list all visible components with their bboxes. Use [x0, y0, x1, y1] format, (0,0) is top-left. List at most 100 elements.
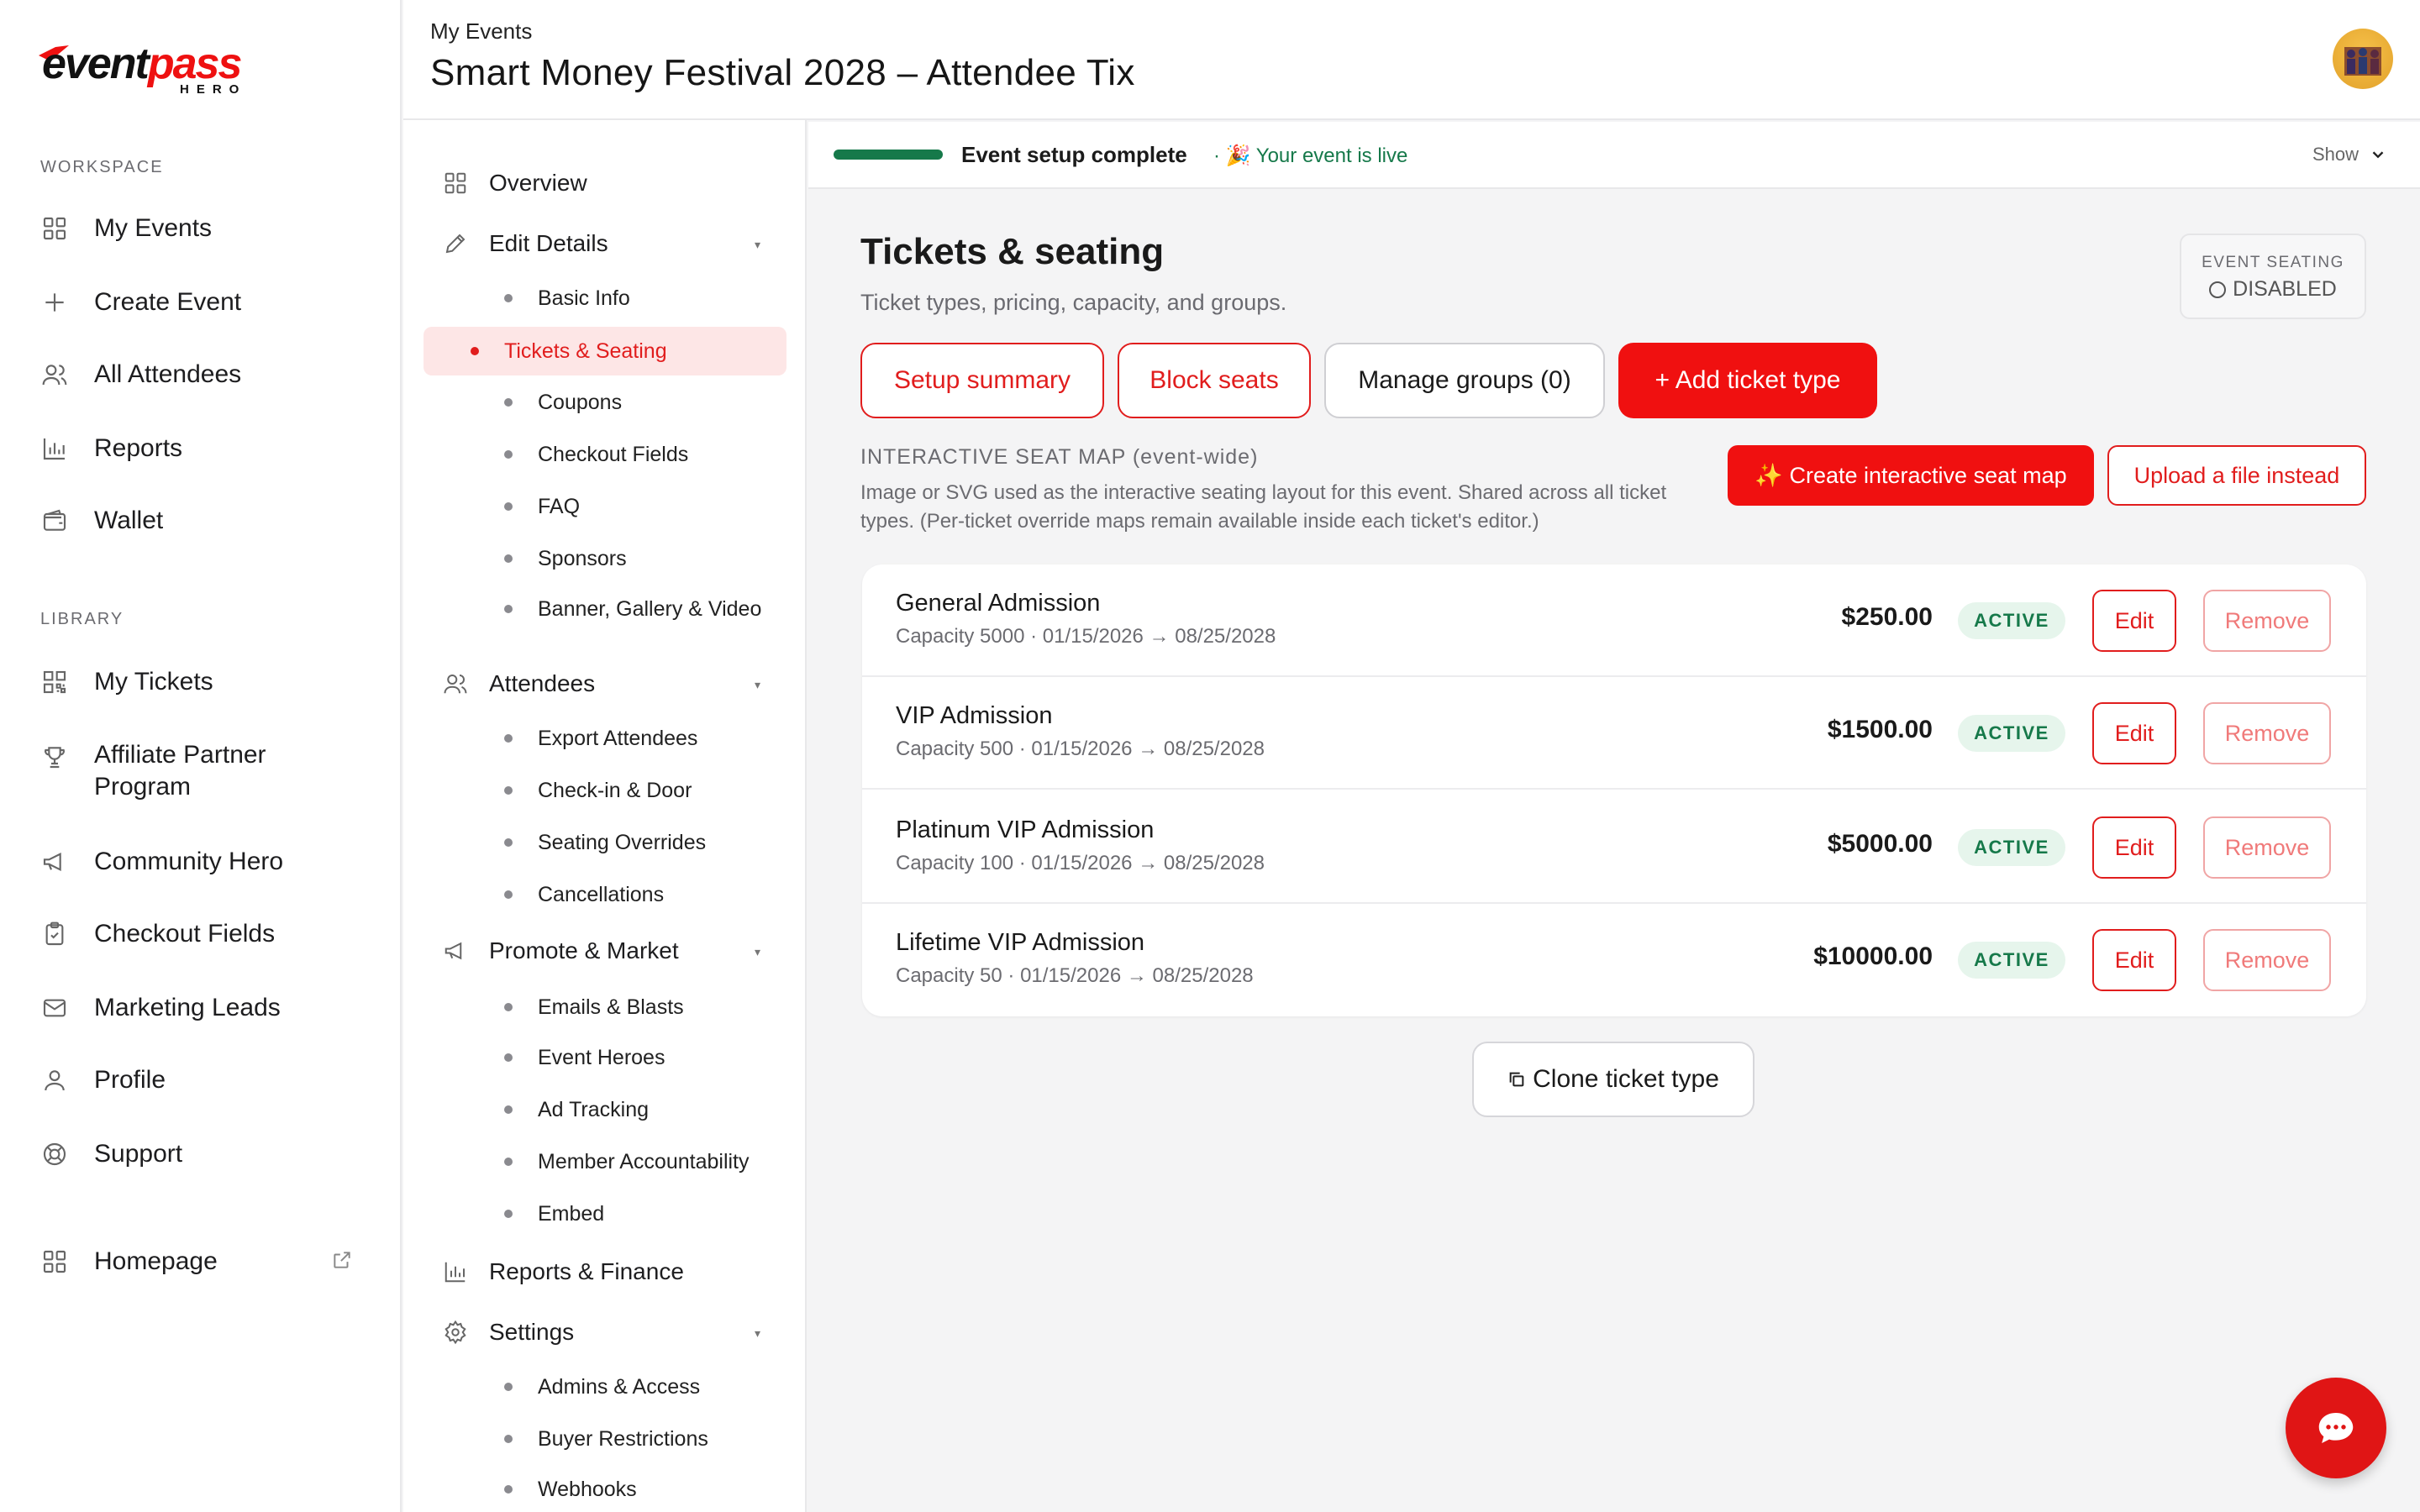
logo-prefix: event	[42, 39, 150, 88]
sidebar-item-reports[interactable]: Reports	[40, 423, 182, 474]
subnav-overview[interactable]: Overview	[442, 162, 587, 204]
setup-summary-button[interactable]: Setup summary	[860, 343, 1104, 418]
subnav-label: Edit Details	[489, 230, 608, 256]
subnav-label: Settings	[489, 1319, 575, 1345]
library-section-title: LIBRARY	[40, 610, 124, 628]
status-badge: ACTIVE	[1958, 602, 2065, 639]
external-link-icon[interactable]	[331, 1249, 353, 1271]
edit-button[interactable]: Edit	[2092, 590, 2176, 652]
subnav-leaf[interactable]: Export Attendees	[487, 720, 697, 757]
remove-button[interactable]: Remove	[2203, 929, 2331, 991]
subnav-leaf[interactable]: Check-in & Door	[487, 772, 692, 809]
bullet-icon	[471, 347, 479, 355]
subnav-promote[interactable]: Promote & Market	[442, 930, 679, 972]
subnav-leaf[interactable]: Cancellations	[487, 876, 664, 913]
sidebar-item-my-events[interactable]: My Events	[40, 203, 212, 254]
sidebar-item-label: Community Hero	[94, 848, 284, 875]
seat-map-label: INTERACTIVE SEAT MAP (event-wide)	[860, 445, 1259, 469]
chevron-down-icon[interactable]: ▾	[755, 1326, 760, 1341]
edit-button[interactable]: Edit	[2092, 929, 2176, 991]
subnav-label: Overview	[489, 170, 587, 196]
remove-button[interactable]: Remove	[2203, 702, 2331, 764]
subnav-leaf[interactable]: Admins & Access	[487, 1368, 700, 1405]
eventpass-logo[interactable]: eventpass HERO	[37, 37, 264, 97]
manage-groups-button[interactable]: Manage groups (0)	[1324, 343, 1605, 418]
event-subnav: Overview Edit Details ▾ Basic Info Ticke…	[403, 120, 807, 1512]
subnav-leaf[interactable]: Seating Overrides	[487, 824, 706, 861]
add-ticket-type-button[interactable]: + Add ticket type	[1618, 343, 1877, 418]
subnav-leaf[interactable]: Checkout Fields	[487, 436, 688, 473]
breadcrumb[interactable]: My Events	[430, 18, 532, 45]
subnav-settings[interactable]: Settings	[442, 1311, 574, 1353]
show-toggle[interactable]: Show	[2312, 144, 2387, 165]
subnav-leaf-label: Ad Tracking	[538, 1097, 650, 1121]
clipboard-icon	[40, 920, 69, 948]
subnav-leaf-active[interactable]: Tickets & Seating	[424, 327, 786, 375]
sidebar-item-label: Create Event	[94, 288, 242, 316]
seating-label: EVENT SEATING	[2202, 254, 2344, 271]
sidebar-item-profile[interactable]: Profile	[40, 1055, 166, 1105]
ticket-meta: Capacity 100 · 01/15/2026 → 08/25/2028	[896, 852, 1265, 874]
bullet-icon	[504, 554, 513, 563]
subnav-leaf[interactable]: Buyer Restrictions	[487, 1420, 708, 1457]
trophy-icon	[40, 743, 69, 771]
edit-button[interactable]: Edit	[2092, 816, 2176, 879]
chevron-down-icon[interactable]: ▾	[755, 945, 760, 959]
subnav-leaf-label: Coupons	[538, 390, 623, 414]
subnav-leaf-label: Event Heroes	[538, 1045, 666, 1069]
sidebar-item-community-hero[interactable]: Community Hero	[40, 837, 283, 887]
table-row: General Admission Capacity 5000 · 01/15/…	[862, 564, 2366, 677]
subnav-leaf-label: Seating Overrides	[538, 830, 707, 854]
bullet-icon	[504, 734, 513, 743]
create-seat-map-button[interactable]: ✨ Create interactive seat map	[1728, 445, 2094, 506]
sidebar-item-label: Support	[94, 1140, 183, 1168]
subnav-edit-details[interactable]: Edit Details	[442, 223, 608, 265]
clone-ticket-type-button[interactable]: Clone ticket type	[1472, 1042, 1754, 1117]
sidebar-item-label: Affiliate Partner Program	[94, 741, 266, 801]
sidebar-item-label: Reports	[94, 434, 183, 462]
sidebar-item-marketing-leads[interactable]: Marketing Leads	[40, 983, 281, 1033]
subnav-leaf[interactable]: Ad Tracking	[487, 1091, 649, 1128]
avatar[interactable]	[2333, 29, 2393, 89]
subnav-leaf-label: Member Accountability	[538, 1149, 750, 1173]
chevron-down-icon[interactable]: ▾	[755, 678, 760, 692]
subnav-leaf[interactable]: FAQ	[487, 488, 580, 525]
ticket-list: General Admission Capacity 5000 · 01/15/…	[862, 564, 2366, 1016]
chevron-down-icon[interactable]: ▾	[755, 238, 760, 252]
subnav-leaf[interactable]: Basic Info	[487, 280, 630, 317]
remove-button[interactable]: Remove	[2203, 816, 2331, 879]
sidebar-item-create-event[interactable]: Create Event	[40, 277, 241, 328]
remove-button[interactable]: Remove	[2203, 590, 2331, 652]
circle-icon	[2209, 281, 2227, 298]
subnav-attendees[interactable]: Attendees	[442, 663, 595, 705]
sidebar-item-homepage[interactable]: Homepage	[40, 1236, 218, 1287]
chat-button[interactable]	[2286, 1378, 2386, 1478]
sidebar-item-affiliate[interactable]: Affiliate Partner Program	[40, 739, 343, 801]
subnav-leaf-label: Webhooks	[538, 1477, 637, 1501]
subnav-leaf[interactable]: Member Accountability	[487, 1143, 750, 1180]
sidebar-item-my-tickets[interactable]: My Tickets	[40, 657, 213, 707]
subnav-leaf[interactable]: Coupons	[487, 384, 622, 421]
edit-button[interactable]: Edit	[2092, 702, 2176, 764]
subnav-reports[interactable]: Reports & Finance	[442, 1251, 684, 1293]
subnav-leaf[interactable]: Webhooks	[487, 1471, 637, 1508]
bullet-icon	[504, 1485, 513, 1494]
subnav-leaf-label: Embed	[538, 1201, 605, 1226]
subnav-leaf-label: Tickets & Seating	[504, 339, 667, 363]
sidebar-item-wallet[interactable]: Wallet	[40, 496, 163, 546]
sidebar-item-checkout-fields[interactable]: Checkout Fields	[40, 909, 275, 959]
subnav-leaf[interactable]: Banner, Gallery & Video	[487, 591, 761, 627]
gear-icon	[442, 1319, 469, 1346]
ticket-price: $5000.00	[1827, 830, 1933, 858]
subnav-leaf[interactable]: Emails & Blasts	[487, 989, 684, 1026]
sidebar-item-all-attendees[interactable]: All Attendees	[40, 349, 241, 400]
ticket-meta: Capacity 500 · 01/15/2026 → 08/25/2028	[896, 738, 1265, 760]
status-badge: ACTIVE	[1958, 715, 2065, 752]
subnav-leaf[interactable]: Event Heroes	[487, 1039, 665, 1076]
subnav-leaf[interactable]: Embed	[487, 1195, 604, 1232]
upload-file-button[interactable]: Upload a file instead	[2107, 445, 2366, 506]
sidebar-item-support[interactable]: Support	[40, 1129, 182, 1179]
subnav-leaf[interactable]: Sponsors	[487, 540, 627, 577]
grid-icon	[40, 1247, 69, 1276]
block-seats-button[interactable]: Block seats	[1118, 343, 1311, 418]
